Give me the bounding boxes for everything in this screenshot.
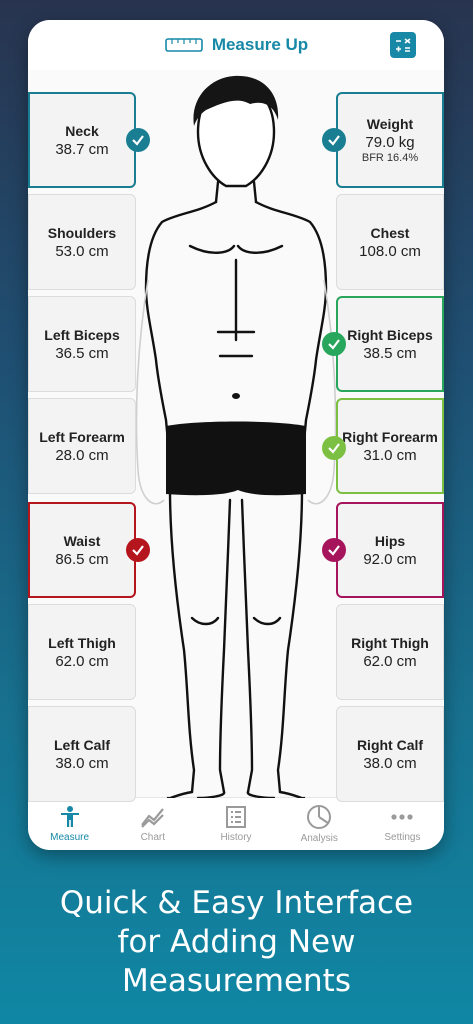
hips-value: 92.0 cm bbox=[363, 550, 417, 568]
right-thigh-card[interactable]: Right Thigh 62.0 cm bbox=[336, 604, 444, 700]
weight-label: Weight bbox=[366, 116, 414, 132]
right-calf-value: 38.0 cm bbox=[363, 754, 417, 772]
bfr-value: BFR 16.4% bbox=[361, 152, 419, 164]
left-biceps-label: Left Biceps bbox=[44, 326, 120, 343]
weight-value: 79.0 kg bbox=[365, 134, 415, 151]
person-icon bbox=[60, 806, 79, 827]
right-biceps-label: Right Biceps bbox=[347, 326, 433, 343]
neck-label: Neck bbox=[65, 122, 99, 139]
tab-settings[interactable]: Settings bbox=[361, 798, 444, 850]
calculator-button[interactable] bbox=[390, 32, 416, 58]
hips-card[interactable]: Hips 92.0 cm bbox=[336, 502, 444, 598]
tab-settings-label: Settings bbox=[384, 832, 421, 843]
tab-analysis[interactable]: Analysis bbox=[278, 798, 361, 850]
app-screen: Measure Up Neck 38.7 cm Shoulders 53.0 c… bbox=[28, 20, 444, 850]
waist-value: 86.5 cm bbox=[55, 550, 109, 568]
left-thigh-label: Left Thigh bbox=[48, 634, 116, 651]
left-forearm-label: Left Forearm bbox=[39, 428, 125, 445]
right-biceps-value: 38.5 cm bbox=[363, 344, 417, 362]
shoulders-label: Shoulders bbox=[47, 224, 117, 241]
hips-check-icon bbox=[322, 538, 346, 562]
chart-icon bbox=[140, 808, 164, 828]
weight-card[interactable]: Weight 79.0 kg BFR 16.4% bbox=[336, 92, 444, 188]
right-forearm-value: 31.0 cm bbox=[363, 446, 417, 464]
history-icon bbox=[226, 806, 246, 828]
waist-card[interactable]: Waist 86.5 cm bbox=[28, 502, 136, 598]
tab-chart-label: Chart bbox=[140, 832, 166, 843]
app-header: Measure Up bbox=[28, 20, 444, 71]
left-thigh-value: 62.0 cm bbox=[55, 652, 109, 670]
caption-line-1: Quick & Easy Interface bbox=[59, 885, 414, 921]
calculator-icon bbox=[396, 38, 411, 52]
left-forearm-value: 28.0 cm bbox=[55, 446, 109, 464]
left-biceps-card[interactable]: Left Biceps 36.5 cm bbox=[28, 296, 136, 392]
hips-label: Hips bbox=[374, 532, 406, 549]
right-calf-label: Right Calf bbox=[356, 736, 424, 753]
bottom-tab-bar: Measure Chart History Analysis Settings bbox=[28, 797, 444, 850]
chest-value: 108.0 cm bbox=[359, 242, 421, 260]
left-biceps-value: 36.5 cm bbox=[55, 344, 109, 362]
shoulders-card[interactable]: Shoulders 53.0 cm bbox=[28, 194, 136, 290]
neck-value: 38.7 cm bbox=[55, 140, 109, 158]
left-forearm-card[interactable]: Left Forearm 28.0 cm bbox=[28, 398, 136, 494]
chest-label: Chest bbox=[370, 224, 410, 241]
tab-analysis-label: Analysis bbox=[300, 833, 338, 844]
caption-line-3: Measurements bbox=[122, 963, 351, 999]
more-icon bbox=[391, 814, 414, 820]
right-forearm-card[interactable]: Right Forearm 31.0 cm bbox=[336, 398, 444, 494]
caption-line-2: for Adding New bbox=[117, 924, 356, 960]
tape-measure-icon bbox=[165, 38, 203, 52]
tab-measure-label: Measure bbox=[50, 832, 90, 843]
right-forearm-label: Right Forearm bbox=[342, 428, 438, 445]
tab-history[interactable]: History bbox=[194, 798, 277, 850]
body-figure bbox=[135, 75, 337, 798]
waist-label: Waist bbox=[63, 532, 101, 549]
tab-chart[interactable]: Chart bbox=[111, 798, 194, 850]
neck-check-icon bbox=[126, 128, 150, 152]
waist-check-icon bbox=[126, 538, 150, 562]
tab-history-label: History bbox=[220, 832, 252, 843]
neck-card[interactable]: Neck 38.7 cm bbox=[28, 92, 136, 188]
right-biceps-check-icon bbox=[322, 332, 346, 356]
analysis-icon bbox=[307, 805, 332, 829]
shoulders-value: 53.0 cm bbox=[55, 242, 109, 260]
measure-content: Neck 38.7 cm Shoulders 53.0 cm Left Bice… bbox=[28, 70, 444, 802]
left-calf-card[interactable]: Left Calf 38.0 cm bbox=[28, 706, 136, 802]
left-calf-value: 38.0 cm bbox=[55, 754, 109, 772]
left-calf-label: Left Calf bbox=[54, 736, 110, 753]
right-thigh-value: 62.0 cm bbox=[363, 652, 417, 670]
left-thigh-card[interactable]: Left Thigh 62.0 cm bbox=[28, 604, 136, 700]
weight-check-icon bbox=[322, 128, 346, 152]
right-biceps-card[interactable]: Right Biceps 38.5 cm bbox=[336, 296, 444, 392]
right-calf-card[interactable]: Right Calf 38.0 cm bbox=[336, 706, 444, 802]
right-forearm-check-icon bbox=[322, 436, 346, 460]
right-thigh-label: Right Thigh bbox=[351, 634, 429, 651]
chest-card[interactable]: Chest 108.0 cm bbox=[336, 194, 444, 290]
promo-caption: Quick & Easy Interface for Adding New Me… bbox=[0, 884, 473, 1001]
app-title: Measure Up bbox=[211, 35, 309, 54]
tab-measure[interactable]: Measure bbox=[28, 798, 111, 850]
